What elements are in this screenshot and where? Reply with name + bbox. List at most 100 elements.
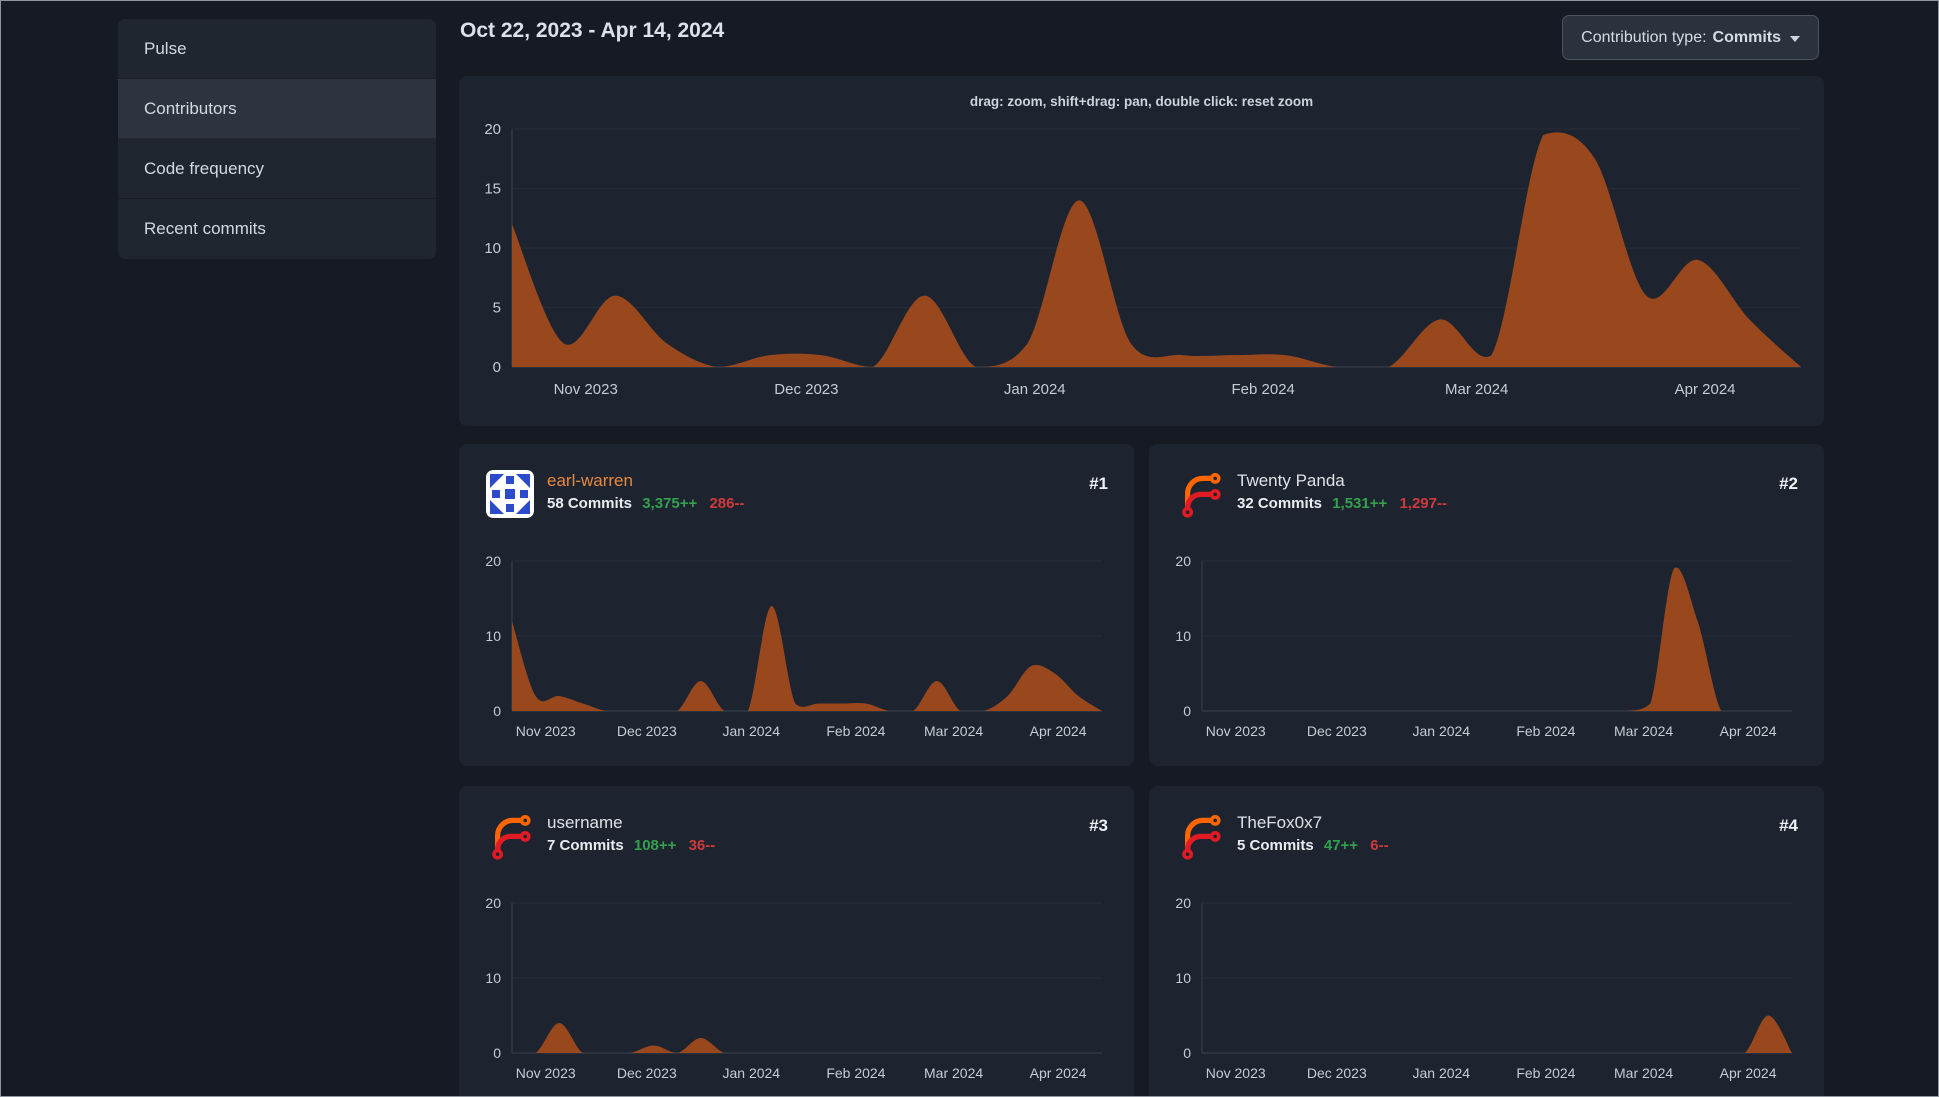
forgejo-logo-avatar (492, 814, 531, 860)
contributor-cards-grid: earl-warren 58 Commits 3,375++ 286-- #1 … (459, 444, 1824, 1096)
contributor-identity: TheFox0x7 5 Commits 47++ 6-- (1237, 812, 1389, 860)
forgejo-logo-avatar (1182, 814, 1221, 860)
main-activity-chart[interactable]: 0 5 10 15 20 Nov 2023 Dec 2023 Jan 2024 Feb 2024… (459, 76, 1824, 426)
contributor-stats: 5 Commits 47++ 6-- (1237, 836, 1389, 856)
contributor-name: TheFox0x7 (1237, 813, 1323, 832)
commit-count: 58 Commits (547, 495, 633, 512)
contributor-name: Twenty Panda (1237, 471, 1345, 490)
svg-text:10: 10 (484, 240, 501, 257)
rank-badge: #3 (1089, 816, 1108, 835)
total-activity-panel: drag: zoom, shift+drag: pan, double clic… (459, 76, 1824, 426)
contributor-identity: username 7 Commits 108++ 36-- (547, 812, 715, 860)
additions-count: 1,531++ (1332, 495, 1388, 512)
sidebar-item-code-frequency[interactable]: Code frequency (118, 139, 436, 199)
contributor-activity-chart[interactable]: 0 10 20 Nov 2023 Dec 2023 Jan 2024 Feb 2024 Mar… (1149, 893, 1824, 1093)
svg-text:Feb 2024: Feb 2024 (826, 1065, 885, 1081)
svg-text:Jan 2024: Jan 2024 (1004, 381, 1066, 398)
svg-text:Dec 2023: Dec 2023 (1307, 1065, 1367, 1081)
svg-text:Mar 2024: Mar 2024 (924, 723, 983, 739)
svg-text:Nov 2023: Nov 2023 (516, 723, 576, 739)
svg-text:Dec 2023: Dec 2023 (774, 381, 838, 398)
svg-text:Jan 2024: Jan 2024 (1412, 723, 1470, 739)
svg-text:10: 10 (485, 970, 501, 986)
contributor-identity: Twenty Panda 32 Commits 1,531++ 1,297-- (1237, 470, 1447, 518)
contributor-card: username 7 Commits 108++ 36-- #3 0 10 20 No… (459, 786, 1134, 1096)
svg-text:Nov 2023: Nov 2023 (516, 1065, 576, 1081)
date-range-heading: Oct 22, 2023 - Apr 14, 2024 (460, 19, 725, 42)
sidebar-menu: Pulse Contributors Code frequency Recent… (118, 19, 436, 259)
contributor-card: earl-warren 58 Commits 3,375++ 286-- #1 … (459, 444, 1134, 766)
contribution-type-button[interactable]: Contribution type: Commits (1562, 15, 1819, 60)
svg-text:Mar 2024: Mar 2024 (1445, 381, 1508, 398)
contribution-type-value: Commits (1712, 28, 1781, 46)
svg-text:0: 0 (493, 703, 501, 719)
svg-text:0: 0 (493, 1045, 501, 1061)
deletions-count: 1,297-- (1399, 495, 1447, 512)
contributor-name: username (547, 813, 623, 832)
rank-badge: #2 (1779, 474, 1798, 493)
svg-text:20: 20 (1175, 553, 1191, 569)
contributor-stats: 58 Commits 3,375++ 286-- (547, 494, 744, 514)
forgejo-logo-avatar (1182, 472, 1221, 518)
rank-badge: #1 (1089, 474, 1108, 493)
svg-text:20: 20 (1175, 895, 1191, 911)
sidebar-item-recent-commits[interactable]: Recent commits (118, 199, 436, 259)
svg-text:Nov 2023: Nov 2023 (1206, 723, 1266, 739)
svg-text:Apr 2024: Apr 2024 (1675, 381, 1736, 398)
contributor-activity-chart[interactable]: 0 10 20 Nov 2023 Dec 2023 Jan 2024 Feb 2024 Mar… (459, 551, 1134, 751)
svg-text:Dec 2023: Dec 2023 (1307, 723, 1367, 739)
commit-count: 5 Commits (1237, 837, 1314, 854)
svg-text:0: 0 (1183, 1045, 1191, 1061)
commit-count: 32 Commits (1237, 495, 1323, 512)
svg-text:Jan 2024: Jan 2024 (722, 723, 780, 739)
svg-text:Dec 2023: Dec 2023 (617, 723, 677, 739)
svg-text:Nov 2023: Nov 2023 (554, 381, 618, 398)
svg-text:20: 20 (484, 121, 501, 138)
svg-text:15: 15 (484, 181, 501, 198)
additions-count: 47++ (1323, 837, 1359, 854)
svg-text:Feb 2024: Feb 2024 (1232, 381, 1295, 398)
svg-text:Mar 2024: Mar 2024 (1614, 1065, 1673, 1081)
chevron-down-icon (1790, 35, 1800, 42)
deletions-count: 6-- (1370, 837, 1389, 854)
contributor-identity: earl-warren 58 Commits 3,375++ 286-- (547, 470, 744, 518)
svg-text:20: 20 (485, 895, 501, 911)
svg-text:Mar 2024: Mar 2024 (924, 1065, 983, 1081)
svg-text:Nov 2023: Nov 2023 (1206, 1065, 1266, 1081)
svg-text:Apr 2024: Apr 2024 (1720, 723, 1777, 739)
svg-text:Apr 2024: Apr 2024 (1030, 1065, 1087, 1081)
contributor-name[interactable]: earl-warren (547, 470, 744, 491)
svg-text:Mar 2024: Mar 2024 (1614, 723, 1673, 739)
contributor-card: Twenty Panda 32 Commits 1,531++ 1,297-- … (1149, 444, 1824, 766)
svg-text:0: 0 (1183, 703, 1191, 719)
identicon-avatar[interactable] (486, 470, 534, 518)
contributor-card-header: username 7 Commits 108++ 36-- #3 (459, 786, 1134, 860)
additions-count: 108++ (633, 837, 677, 854)
sidebar-item-pulse[interactable]: Pulse (118, 19, 436, 79)
commit-count: 7 Commits (547, 837, 624, 854)
svg-text:Apr 2024: Apr 2024 (1720, 1065, 1777, 1081)
deletions-count: 36-- (688, 837, 716, 854)
svg-text:10: 10 (1175, 970, 1191, 986)
svg-text:10: 10 (485, 628, 501, 644)
sidebar-item-contributors[interactable]: Contributors (118, 79, 436, 139)
contributors-page: Pulse Contributors Code frequency Recent… (0, 0, 1939, 1097)
additions-count: 3,375++ (642, 495, 698, 512)
contributor-card-header: TheFox0x7 5 Commits 47++ 6-- #4 (1149, 786, 1824, 860)
svg-text:Apr 2024: Apr 2024 (1030, 723, 1087, 739)
svg-text:20: 20 (485, 553, 501, 569)
svg-text:Feb 2024: Feb 2024 (1516, 723, 1575, 739)
svg-text:Dec 2023: Dec 2023 (617, 1065, 677, 1081)
svg-text:Feb 2024: Feb 2024 (1516, 1065, 1575, 1081)
contributor-card-header: earl-warren 58 Commits 3,375++ 286-- #1 (459, 444, 1134, 518)
contributor-activity-chart[interactable]: 0 10 20 Nov 2023 Dec 2023 Jan 2024 Feb 2024 Mar… (459, 893, 1134, 1093)
deletions-count: 286-- (709, 495, 745, 512)
svg-text:Feb 2024: Feb 2024 (826, 723, 885, 739)
svg-text:10: 10 (1175, 628, 1191, 644)
contributor-stats: 7 Commits 108++ 36-- (547, 836, 715, 856)
rank-badge: #4 (1779, 816, 1798, 835)
contributor-activity-chart[interactable]: 0 10 20 Nov 2023 Dec 2023 Jan 2024 Feb 2024 Mar… (1149, 551, 1824, 751)
contributor-stats: 32 Commits 1,531++ 1,297-- (1237, 494, 1447, 514)
contribution-type-label: Contribution type: (1581, 28, 1707, 46)
svg-text:Jan 2024: Jan 2024 (1412, 1065, 1470, 1081)
